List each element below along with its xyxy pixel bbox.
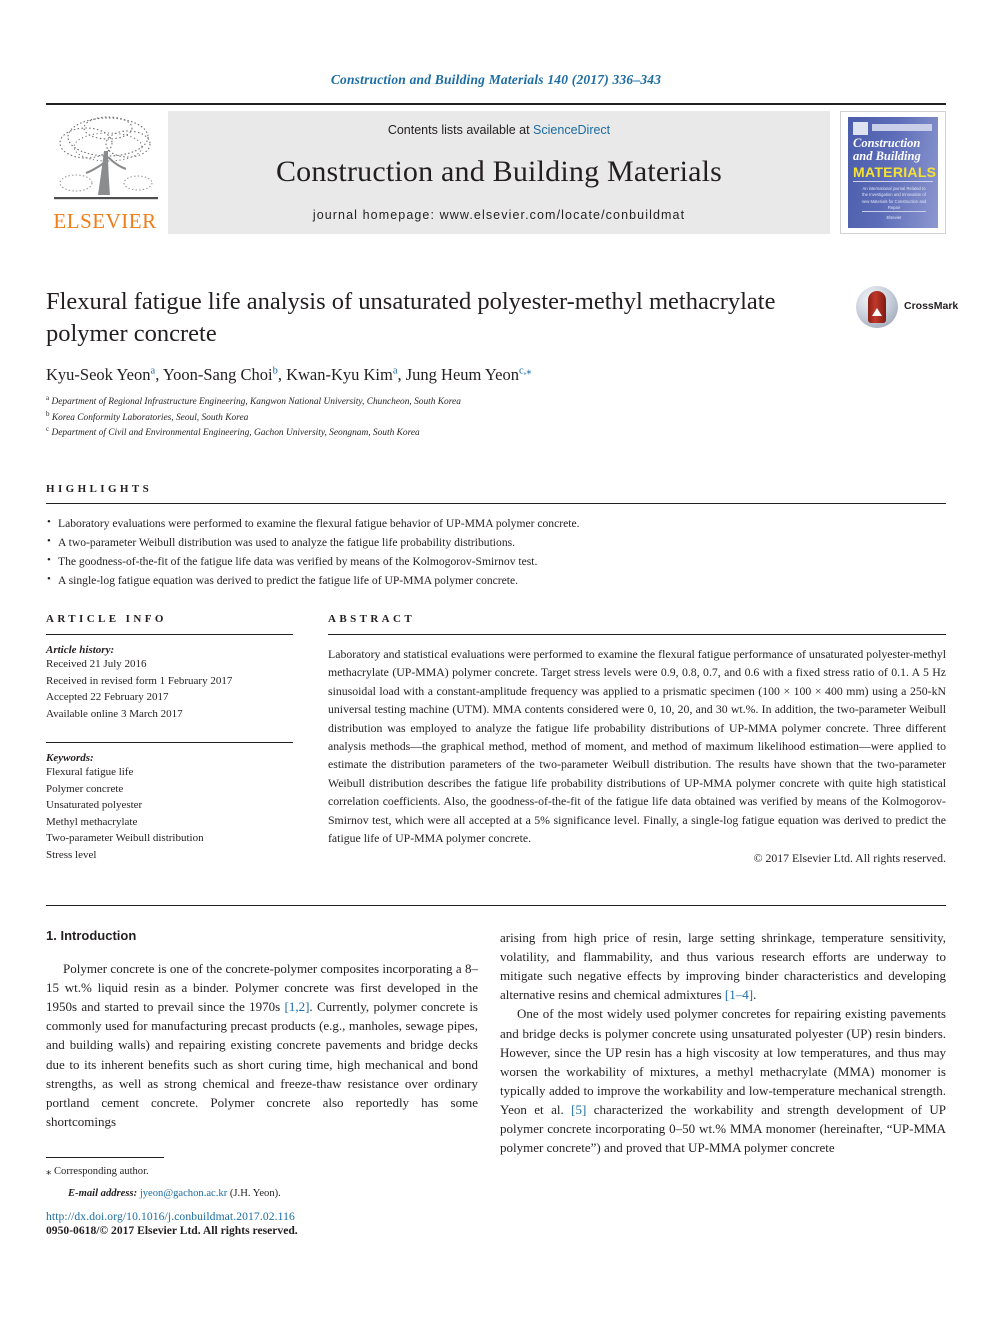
title-block: Flexural fatigue life analysis of unsatu… (46, 286, 836, 441)
author-2[interactable]: Kwan-Kyu Kima (286, 365, 397, 384)
footnote-divider (46, 1156, 164, 1158)
email-note: E-mail address: jyeon@gachon.ac.kr (J.H.… (46, 1186, 478, 1202)
highlights-heading: HIGHLIGHTS (46, 483, 153, 495)
citation-ref-5[interactable]: [5] (571, 1102, 586, 1117)
paragraph-text-post: . Currently, polymer concrete is commonl… (46, 999, 478, 1129)
issn-copyright-line: 0950-0618/© 2017 Elsevier Ltd. All right… (46, 1224, 298, 1237)
author-2-mark: a (392, 365, 398, 377)
masthead-center-band: Contents lists available at ScienceDirec… (168, 111, 830, 234)
article-info-heading: ARTICLE INFO (46, 613, 167, 625)
affiliation-1-text: Korea Conformity Laboratories, Seoul, So… (51, 412, 249, 423)
crossmark-badge[interactable]: CrossMark (856, 286, 958, 332)
cover-elsevier-mark (853, 122, 868, 135)
author-3-mark: c,⁎ (519, 365, 532, 377)
highlights-list: Laboratory evaluations were performed to… (46, 514, 946, 591)
affiliation-2: c Department of Civil and Environmental … (46, 425, 836, 440)
journal-masthead: ELSEVIER Contents lists available at Sci… (46, 103, 946, 234)
paragraph: arising from high price of resin, large … (500, 928, 946, 1004)
keyword-item: Methyl methacrylate (46, 815, 138, 828)
article-info-divider (46, 634, 293, 635)
section-divider (46, 905, 946, 906)
affiliation-list: a Department of Regional Infrastructure … (46, 394, 836, 440)
cover-subtitle: An international journal Related to the … (861, 186, 927, 210)
page-footer: http://dx.doi.org/10.1016/j.conbuildmat.… (46, 1210, 526, 1237)
paragraph-text-post: . (753, 987, 757, 1003)
email-suffix: (J.H. Yeon). (229, 1187, 281, 1199)
keywords-divider (46, 742, 293, 743)
author-0-mark: a (150, 365, 156, 377)
keyword-item: Flexural fatigue life (46, 766, 134, 778)
abstract-divider (328, 634, 946, 635)
author-list: Kyu-Seok Yeona, Yoon-Sang Choib, Kwan-Ky… (46, 364, 532, 384)
keywords-label: Keywords: (46, 752, 94, 764)
list-item: The goodness-of-the-fit of the fatigue l… (46, 552, 946, 572)
affiliation-2-text: Department of Civil and Environmental En… (51, 428, 420, 439)
journal-cover-thumbnail: Construction and Building MATERIALS An i… (840, 111, 946, 234)
abstract-text: Laboratory and statistical evaluations w… (328, 647, 946, 845)
article-history-item: Received 21 July 2016 (46, 658, 147, 670)
cover-top-bar (872, 124, 932, 131)
elsevier-logo: ELSEVIER (46, 111, 164, 234)
paragraph-text-pre: arising from high price of resin, large … (500, 930, 946, 1003)
affiliation-0-text: Department of Regional Infrastructure En… (51, 397, 461, 408)
contents-prefix: Contents lists available at (387, 123, 534, 137)
affiliation-0-mark: a (46, 394, 50, 403)
elsevier-wordmark: ELSEVIER (53, 209, 157, 233)
abstract-copyright: © 2017 Elsevier Ltd. All rights reserved… (753, 851, 946, 866)
abstract-heading: ABSTRACT (328, 613, 416, 625)
doi-link[interactable]: http://dx.doi.org/10.1016/j.conbuildmat.… (46, 1210, 526, 1223)
citation-ref-1-4[interactable]: [1–4] (725, 987, 753, 1002)
list-item: A two-parameter Weibull distribution was… (46, 533, 946, 553)
list-item: Laboratory evaluations were performed to… (46, 514, 946, 534)
article-info-section: ARTICLE INFO Article history: Received 2… (46, 613, 293, 863)
corresponding-author-note: ⁎ Corresponding author. (46, 1164, 478, 1180)
article-history-item: Received in revised form 1 February 2017 (46, 674, 233, 687)
author-0[interactable]: Kyu-Seok Yeona (46, 365, 155, 384)
highlights-divider (46, 503, 946, 504)
journal-article-page: Construction and Building Materials 140 … (0, 0, 992, 1323)
contents-available-line: Contents lists available at ScienceDirec… (168, 123, 830, 137)
highlights-section: HIGHLIGHTS Laboratory evaluations were p… (46, 483, 946, 591)
list-item: A single-log fatigue equation was derive… (46, 571, 946, 591)
author-1-mark: b (272, 365, 278, 377)
cover-title-line3: MATERIALS (853, 164, 937, 180)
affiliation-1-mark: b (46, 409, 50, 418)
introduction-left-column: 1. Introduction Polymer concrete is one … (46, 928, 478, 1202)
affiliation-1: b Korea Conformity Laboratories, Seoul, … (46, 410, 836, 425)
introduction-right-column: arising from high price of resin, large … (500, 928, 946, 1157)
corresponding-text: Corresponding author. (53, 1165, 149, 1177)
paragraph-text-pre: One of the most widely used polymer conc… (500, 1006, 946, 1117)
elsevier-tree-icon (52, 111, 160, 209)
corresponding-mark: ⁎ (46, 1165, 52, 1177)
affiliation-2-mark: c (46, 425, 50, 434)
citation-ref-1-2[interactable]: [1,2] (285, 999, 310, 1014)
paragraph: One of the most widely used polymer conc… (500, 1004, 946, 1157)
page-title: Flexural fatigue life analysis of unsatu… (46, 288, 776, 347)
paragraph: Polymer concrete is one of the concrete-… (46, 959, 478, 1131)
affiliation-0: a Department of Regional Infrastructure … (46, 394, 836, 409)
journal-title: Construction and Building Materials (275, 155, 723, 188)
cover-divider (853, 181, 933, 182)
email-address-link[interactable]: jyeon@gachon.ac.kr (140, 1188, 227, 1199)
keyword-item: Stress level (46, 848, 97, 861)
article-history-item: Accepted 22 February 2017 (46, 691, 169, 703)
journal-homepage-link[interactable]: journal homepage: www.elsevier.com/locat… (168, 208, 830, 222)
article-history-item: Available online 3 March 2017 (46, 707, 183, 720)
cover-footer: Elsevier (862, 211, 926, 220)
cover-title-line2: and Building (853, 149, 921, 163)
keyword-item: Polymer concrete (46, 782, 124, 795)
crossmark-icon (856, 286, 898, 328)
keyword-item: Unsaturated polyester (46, 799, 143, 811)
article-history-label: Article history: (46, 644, 115, 656)
email-label: E-mail address: (68, 1187, 138, 1199)
running-head: Construction and Building Materials 140 … (330, 72, 662, 87)
author-1[interactable]: Yoon-Sang Choib (163, 365, 278, 384)
sciencedirect-link[interactable]: ScienceDirect (533, 123, 610, 137)
keyword-item: Two-parameter Weibull distribution (46, 832, 204, 844)
crossmark-label: CrossMark (904, 300, 959, 312)
abstract-section: ABSTRACT Laboratory and statistical eval… (328, 613, 946, 866)
introduction-heading: 1. Introduction (46, 928, 137, 943)
author-3[interactable]: Jung Heum Yeonc,⁎ (406, 365, 532, 384)
